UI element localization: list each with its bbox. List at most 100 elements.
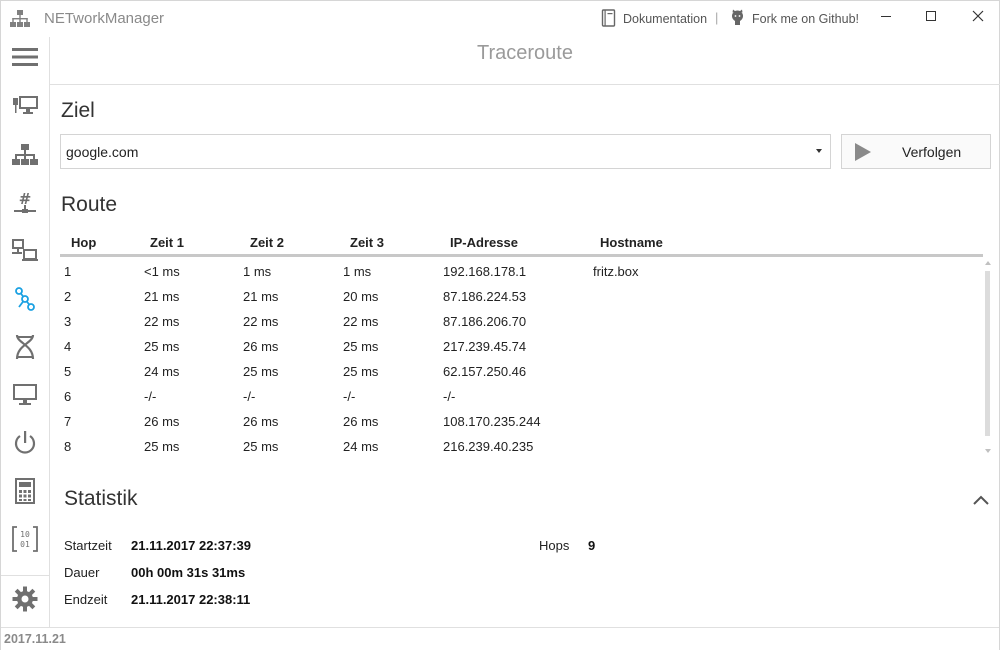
cell-time1: 24 ms <box>144 364 180 379</box>
binary-icon: 10 01 <box>12 525 38 557</box>
scroll-down-arrow-icon[interactable] <box>985 449 991 453</box>
sidebar-item-subnet[interactable]: # <box>1 185 49 225</box>
documentation-label: Dokumentation <box>623 12 708 26</box>
status-bar: 2017.11.21 <box>1 627 999 650</box>
version-label: 2017.11.21 <box>4 632 66 646</box>
minimize-icon <box>880 9 892 27</box>
page-title: Traceroute <box>477 42 573 64</box>
cell-time2: 21 ms <box>243 289 279 304</box>
sidebar: # 10 01 <box>1 37 50 627</box>
power-icon <box>12 430 38 461</box>
cell-time2: 22 ms <box>243 314 279 329</box>
table-row[interactable]: 1 <1 ms 1 ms 1 ms 192.168.178.1 fritz.bo… <box>60 259 983 284</box>
table-row[interactable]: 3 22 ms 22 ms 22 ms 87.186.206.70 <box>60 309 983 334</box>
table-row[interactable]: 8 25 ms 25 ms 24 ms 216.239.40.235 <box>60 434 983 459</box>
cell-time3: 25 ms <box>343 339 379 354</box>
cell-ip-address: -/- <box>443 389 456 404</box>
cell-time2: 25 ms <box>243 439 279 454</box>
minimize-button[interactable] <box>871 5 901 31</box>
computers-icon <box>12 238 38 268</box>
sidebar-item-wake-on-lan[interactable] <box>1 425 49 465</box>
cell-hop: 1 <box>64 264 72 279</box>
cell-hop: 3 <box>64 314 72 329</box>
column-header-ip-address[interactable]: IP-Adresse <box>450 235 518 250</box>
cell-ip-address: 217.239.45.74 <box>443 339 527 354</box>
hops-label: Hops <box>539 538 570 553</box>
sidebar-item-remote-desktop[interactable] <box>1 377 49 417</box>
network-tree-icon <box>12 143 38 171</box>
svg-text:10: 10 <box>20 530 30 539</box>
duration-label: Dauer <box>64 565 100 580</box>
table-row[interactable]: 4 25 ms 26 ms 25 ms 217.239.45.74 <box>60 334 983 359</box>
table-row[interactable]: 2 21 ms 21 ms 20 ms 87.186.224.53 <box>60 284 983 309</box>
table-row[interactable]: 7 26 ms 26 ms 26 ms 108.170.235.244 <box>60 409 983 434</box>
scroll-up-arrow-icon[interactable] <box>985 261 991 265</box>
dropdown-arrow-icon[interactable] <box>816 149 822 153</box>
app-window: NETworkManager Dokumentation | Fork me o… <box>0 0 1000 650</box>
cell-time3: 20 ms <box>343 289 379 304</box>
book-icon <box>601 8 617 30</box>
column-header-hostname[interactable]: Hostname <box>600 235 663 250</box>
cell-time1: 25 ms <box>144 339 180 354</box>
link-separator: | <box>715 10 719 25</box>
app-logo-icon <box>10 10 30 28</box>
sidebar-item-traceroute[interactable] <box>1 281 49 321</box>
subnet-hash-icon: # <box>12 190 38 221</box>
column-header-time3[interactable]: Zeit 3 <box>350 235 384 250</box>
cell-ip-address: 62.157.250.46 <box>443 364 527 379</box>
calculator-icon <box>15 477 35 509</box>
column-header-time2[interactable]: Zeit 2 <box>250 235 284 250</box>
table-row[interactable]: 6 -/- -/- -/- -/- <box>60 384 983 409</box>
scroll-thumb[interactable] <box>985 271 990 436</box>
cell-hop: 4 <box>64 339 72 354</box>
cell-hop: 5 <box>64 364 72 379</box>
table-scrollbar[interactable] <box>983 259 991 459</box>
sidebar-item-ip-scanner[interactable] <box>1 233 49 273</box>
cell-hop: 6 <box>64 389 72 404</box>
close-button[interactable] <box>963 5 993 31</box>
column-header-time1[interactable]: Zeit 1 <box>150 235 184 250</box>
cell-time2: -/- <box>243 389 256 404</box>
cell-ip-address: 216.239.40.235 <box>443 439 534 454</box>
cell-ip-address: 108.170.235.244 <box>443 414 541 429</box>
sidebar-menu-button[interactable] <box>1 39 49 79</box>
sidebar-item-settings[interactable] <box>1 581 49 621</box>
monitor-icon <box>12 383 38 412</box>
route-section-title: Route <box>61 193 118 216</box>
cell-hop: 2 <box>64 289 72 304</box>
host-combobox[interactable] <box>60 134 831 169</box>
sidebar-item-network-interface[interactable] <box>1 88 49 128</box>
cell-hop: 7 <box>64 414 72 429</box>
cell-time2: 26 ms <box>243 339 279 354</box>
cell-hostname: fritz.box <box>593 264 639 279</box>
cell-time3: 26 ms <box>343 414 379 429</box>
duration-value: 00h 00m 31s 31ms <box>131 565 246 580</box>
target-section-title: Ziel <box>61 99 95 122</box>
sidebar-item-lookup[interactable]: 10 01 <box>1 521 49 561</box>
host-input[interactable] <box>61 135 801 168</box>
network-interface-icon <box>12 95 38 122</box>
sidebar-item-subnet-calculator[interactable] <box>1 473 49 513</box>
sidebar-item-network-tree[interactable] <box>1 137 49 177</box>
cell-time1: 22 ms <box>144 314 180 329</box>
statistics-section-title[interactable]: Statistik <box>64 487 138 511</box>
table-row[interactable]: 5 24 ms 25 ms 25 ms 62.157.250.46 <box>60 359 983 384</box>
cell-time2: 25 ms <box>243 364 279 379</box>
github-link[interactable]: Fork me on Github! <box>729 9 859 29</box>
maximize-button[interactable] <box>916 5 946 31</box>
column-header-hop[interactable]: Hop <box>71 235 96 250</box>
statistics-collapse-button[interactable] <box>971 490 991 510</box>
chevron-up-icon <box>971 495 991 514</box>
cell-time3: 22 ms <box>343 314 379 329</box>
title-bar: NETworkManager Dokumentation | Fork me o… <box>1 1 999 37</box>
dna-icon <box>13 333 37 366</box>
cell-time1: 26 ms <box>144 414 180 429</box>
cell-time2: 26 ms <box>243 414 279 429</box>
github-label: Fork me on Github! <box>752 12 859 26</box>
cell-hop: 8 <box>64 439 72 454</box>
cell-ip-address: 87.186.224.53 <box>443 289 527 304</box>
trace-button[interactable]: Verfolgen <box>841 134 991 169</box>
sidebar-item-dns-lookup[interactable] <box>1 329 49 369</box>
cell-ip-address: 87.186.206.70 <box>443 314 527 329</box>
documentation-link[interactable]: Dokumentation <box>601 8 708 30</box>
